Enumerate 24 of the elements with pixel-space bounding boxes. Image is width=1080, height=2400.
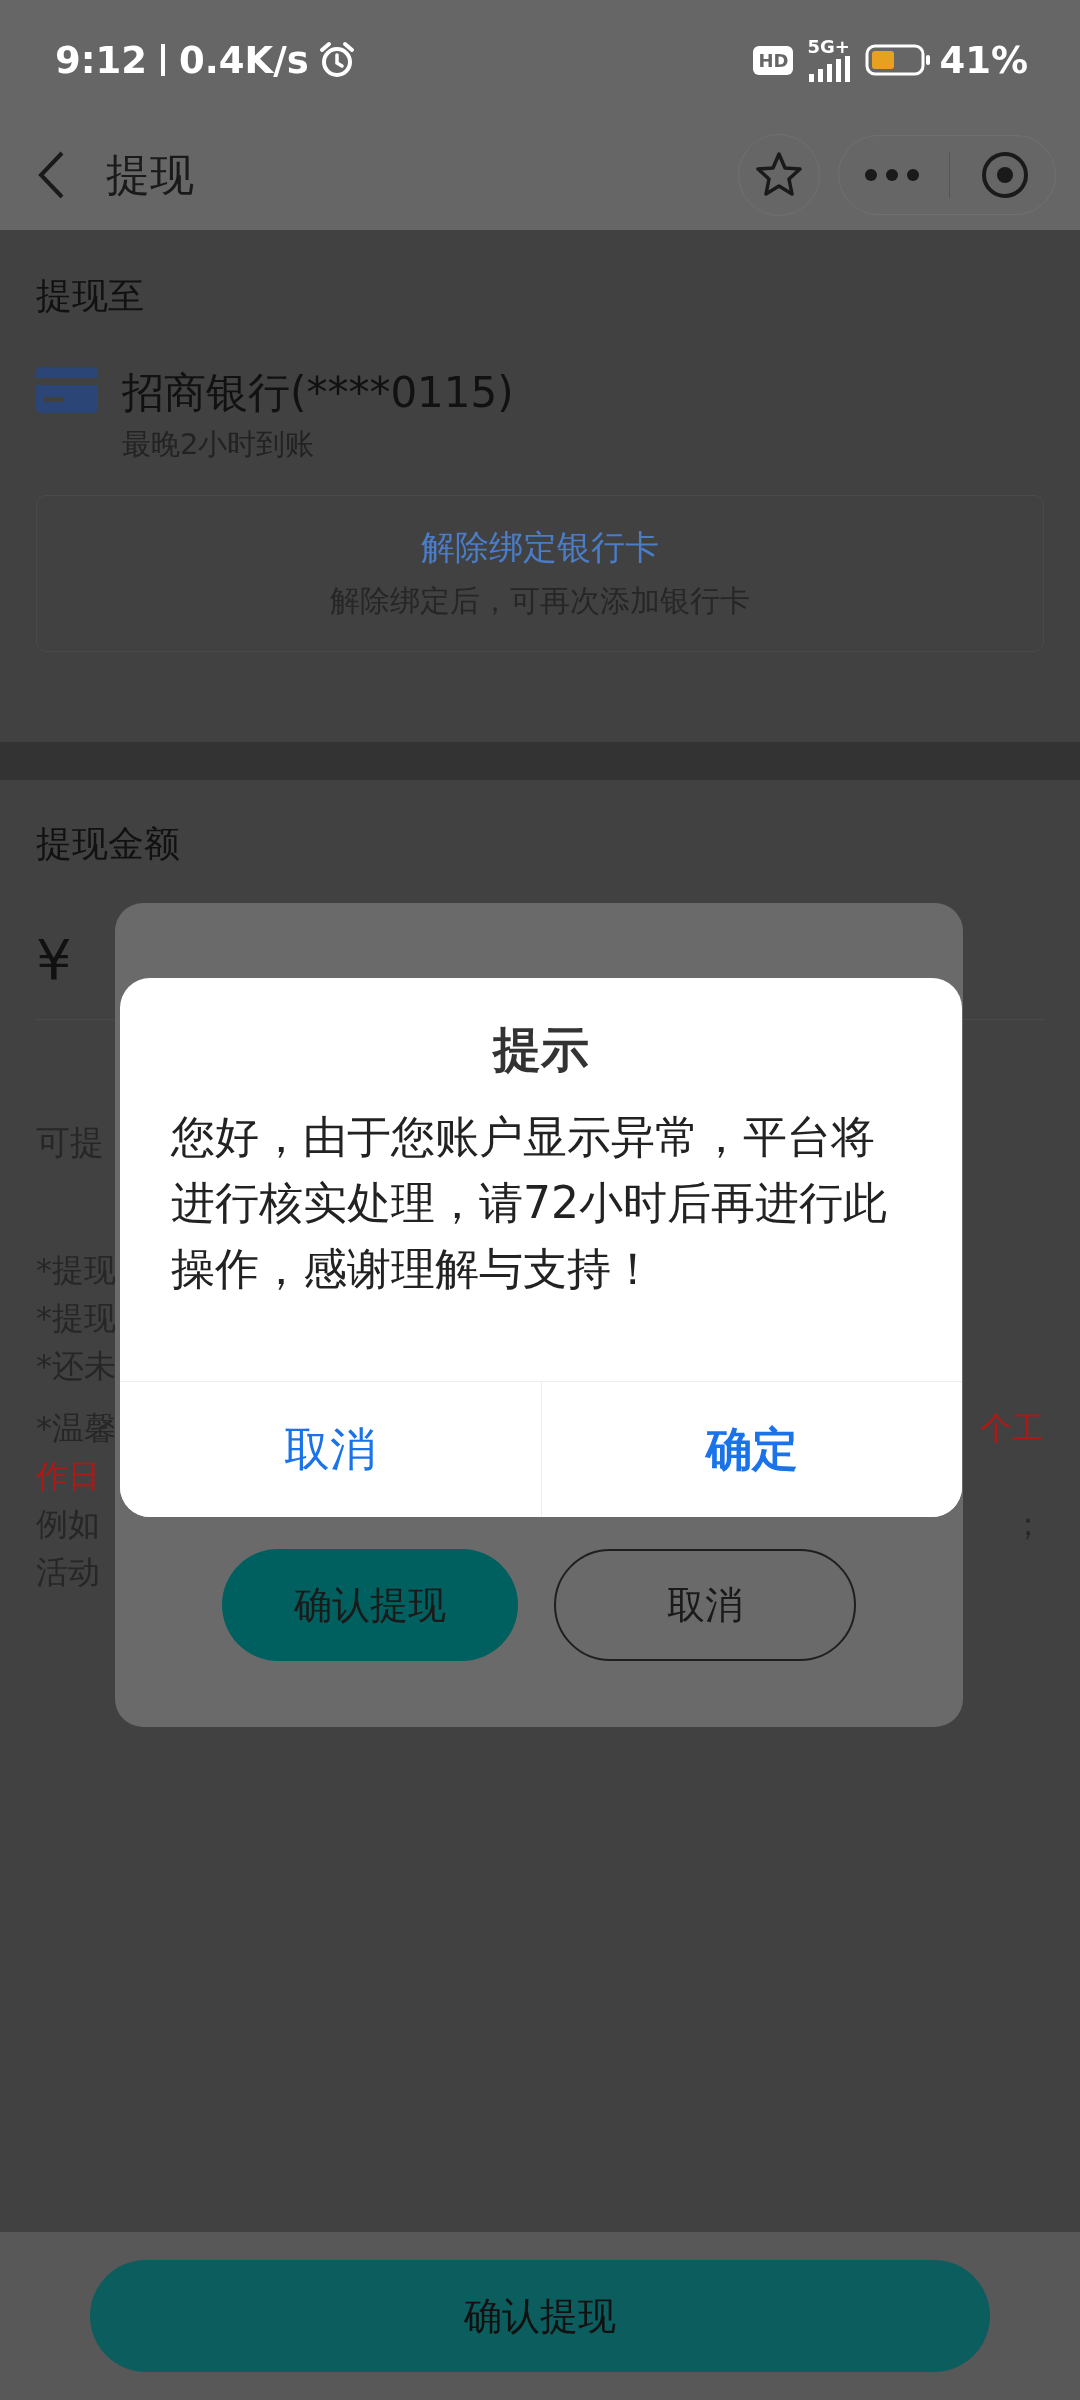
more-icon	[863, 168, 920, 182]
network-type: 5G+	[807, 38, 850, 56]
battery-percent: 41%	[939, 38, 1028, 82]
dialog-message: 您好，由于您账户显示异常，平台将进行核实处理，请72小时后再进行此操作，感谢理解与支持！	[171, 1110, 888, 1296]
note-text: 个工	[980, 1408, 1044, 1449]
battery-icon	[865, 44, 932, 76]
confirm-withdraw-button[interactable]: 确认提现	[222, 1549, 518, 1661]
hd-badge: HD	[753, 45, 794, 75]
clock: 9:12	[55, 38, 148, 82]
signal-icon	[807, 56, 852, 82]
target-icon	[980, 150, 1031, 200]
back-icon[interactable]	[36, 150, 66, 200]
page-title: 提现	[106, 147, 194, 202]
confirm-withdraw-button[interactable]: 确认提现	[90, 2260, 990, 2372]
cancel-button[interactable]: 取消	[554, 1549, 856, 1661]
cancel-button[interactable]: 取消	[120, 1382, 542, 1517]
network-speed: 0.4K/s	[179, 38, 309, 82]
note-text: ；	[1012, 1504, 1044, 1545]
currency-symbol: ¥	[36, 926, 72, 992]
note-text: 作日	[36, 1456, 100, 1497]
dialog-title: 提示	[493, 1020, 589, 1079]
separator-bar	[161, 44, 166, 76]
unbind-link[interactable]: 解除绑定银行卡	[421, 525, 659, 571]
bank-card-icon	[36, 365, 98, 415]
